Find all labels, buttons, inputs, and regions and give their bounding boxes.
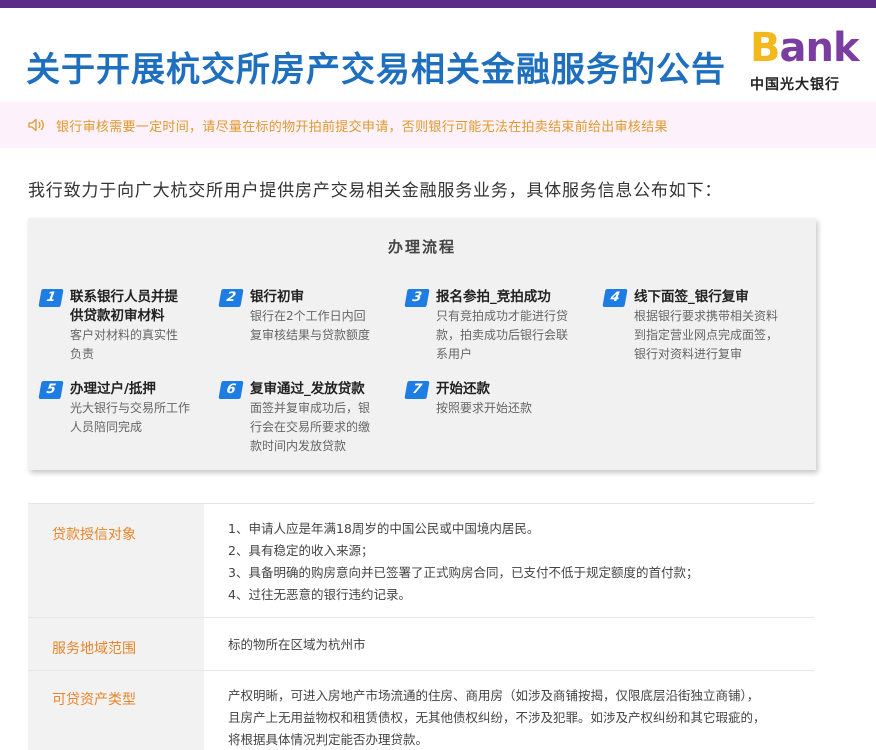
step-number-badge: 2 — [218, 289, 244, 307]
info-value: 标的物所在区域为杭州市 — [228, 618, 814, 656]
step-title-line: 复审通过_发放贷款 — [250, 381, 365, 397]
step-description-line: 客户对材料的真实性 — [70, 328, 179, 342]
step-description-line: 款时间内发放贷款 — [250, 439, 347, 453]
info-label: 可贷资产类型 — [28, 671, 204, 750]
info-label: 服务地域范围 — [28, 618, 204, 670]
step-title: 办理过户/抵押 — [70, 380, 156, 399]
step-description-line: 人员陪同完成 — [70, 420, 143, 434]
speaker-icon — [28, 118, 44, 132]
intro-text: 我行致力于向广大杭交所用户提供房产交易相关金融服务业务，具体服务信息公布如下： — [28, 181, 723, 201]
info-value-line: 3、具备明确的购房意向并已签署了正式购房合同，已支付不低于规定额度的首付款； — [228, 565, 699, 580]
logo-bank-name: 中国光大银行 — [750, 77, 840, 93]
info-value-line: 且房产上无用益物权和租赁债权，无其他债权纠纷，不涉及犯罪。如涉及产权纠纷和其它瑕… — [228, 710, 766, 725]
step-title: 线下面签_银行复审 — [634, 288, 749, 307]
info-value-line: 标的物所在区域为杭州市 — [228, 637, 366, 652]
step-description-line: 行会在交易所要求的缴 — [250, 420, 371, 434]
step-number-badge: 5 — [38, 381, 64, 399]
step-description-line: 根据银行要求携带相关资料 — [634, 309, 779, 323]
step-number-badge: 1 — [38, 289, 64, 307]
info-row: 可贷资产类型 产权明晰，可进入房地产市场流通的住房、商用房（如涉及商铺按揭，仅限底… — [28, 670, 814, 750]
notice-banner: 银行审核需要一定时间，请尽量在标的物开拍前提交申请，否则银行可能无法在拍卖结束前… — [0, 102, 876, 148]
step-number-badge: 3 — [404, 289, 430, 307]
page-header: 关于开展杭交所房产交易相关金融服务的公告 Bank 中国光大银行 — [0, 8, 876, 100]
logo-b: B — [750, 25, 780, 71]
step-description: 根据银行要求携带相关资料 到指定营业网点完成面签， 银行对资料进行复审 — [634, 307, 778, 364]
step-description: 客户对材料的真实性 负责 — [70, 326, 178, 364]
step-description: 银行在2个工作日内回 复审核结果与贷款额度 — [250, 307, 370, 345]
step-title-line: 银行初审 — [250, 289, 304, 305]
process-flow-panel: 办理流程 1 联系银行人员并提 供贷款初审材料 客户对材料的真实性 负责 2 银行初审 银行在… — [28, 218, 816, 470]
step-description-line: 负责 — [70, 347, 95, 361]
step-description-line: 光大银行与交易所工作 — [70, 401, 191, 415]
logo-wordmark: Bank — [750, 25, 860, 71]
bank-logo[interactable]: Bank 中国光大银行 — [748, 26, 860, 96]
info-row: 贷款授信对象 1、申请人应是年满18周岁的中国公民或中国境内居民。 2、具有稳定的收… — [28, 503, 814, 617]
step-description: 按照要求开始还款 — [436, 399, 532, 418]
step-description-line: 款，拍卖成功后银行会联 — [436, 328, 569, 342]
step-title-line: 供贷款初审材料 — [70, 308, 165, 324]
step-title-line: 开始还款 — [436, 381, 490, 397]
info-value: 产权明晰，可进入房地产市场流通的住房、商用房（如涉及商铺按揭，仅限底层沿街独立商… — [228, 671, 814, 750]
step-description-line: 银行在2个工作日内回 — [250, 309, 366, 323]
step-title: 报名参拍_竞拍成功 — [436, 288, 551, 307]
page-title: 关于开展杭交所房产交易相关金融服务的公告 — [26, 50, 726, 90]
info-row: 服务地域范围 标的物所在区域为杭州市 — [28, 617, 814, 670]
step-description-line: 面签并复审成功后，银 — [250, 401, 371, 415]
step-description-line: 系用户 — [436, 347, 473, 361]
step-number-badge: 6 — [218, 381, 244, 399]
notice-text: 银行审核需要一定时间，请尽量在标的物开拍前提交申请，否则银行可能无法在拍卖结束前… — [56, 119, 668, 135]
logo-ank: ank — [779, 25, 860, 71]
step-description-line: 只有竞拍成功才能进行贷 — [436, 309, 569, 323]
step-description: 光大银行与交易所工作 人员陪同完成 — [70, 399, 190, 437]
step-number-badge: 7 — [404, 381, 430, 399]
step-title-line: 联系银行人员并提 — [70, 289, 178, 305]
top-brand-bar — [0, 0, 876, 8]
info-value-line: 2、具有稳定的收入来源； — [228, 543, 374, 558]
step-description-line: 按照要求开始还款 — [436, 401, 533, 415]
info-value-line: 4、过往无恶意的银行违约记录。 — [228, 587, 411, 602]
step-description: 面签并复审成功后，银 行会在交易所要求的缴 款时间内发放贷款 — [250, 399, 370, 456]
step-description-line: 复审核结果与贷款额度 — [250, 328, 371, 342]
info-label: 贷款授信对象 — [28, 504, 204, 617]
step-title: 开始还款 — [436, 380, 490, 399]
step-title-line: 线下面签_银行复审 — [634, 289, 749, 305]
process-flow-title: 办理流程 — [387, 238, 456, 256]
step-number-badge: 4 — [602, 289, 628, 307]
step-title-line: 办理过户/抵押 — [70, 381, 156, 397]
step-description-line: 到指定营业网点完成面签， — [634, 328, 779, 342]
step-description-line: 银行对资料进行复审 — [634, 347, 743, 361]
step-title: 复审通过_发放贷款 — [250, 380, 365, 399]
info-value: 1、申请人应是年满18周岁的中国公民或中国境内居民。 2、具有稳定的收入来源； 3、… — [228, 504, 814, 606]
step-description: 只有竞拍成功才能进行贷 款，拍卖成功后银行会联 系用户 — [436, 307, 568, 364]
info-value-line: 将根据具体情况判定能否办理贷款。 — [228, 732, 429, 747]
info-value-line: 1、申请人应是年满18周岁的中国公民或中国境内居民。 — [228, 521, 540, 536]
step-title: 联系银行人员并提 供贷款初审材料 — [70, 288, 178, 326]
step-title-line: 报名参拍_竞拍成功 — [436, 289, 551, 305]
info-value-line: 产权明晰，可进入房地产市场流通的住房、商用房（如涉及商铺按揭，仅限底层沿街独立商… — [228, 688, 760, 703]
step-title: 银行初审 — [250, 288, 304, 307]
